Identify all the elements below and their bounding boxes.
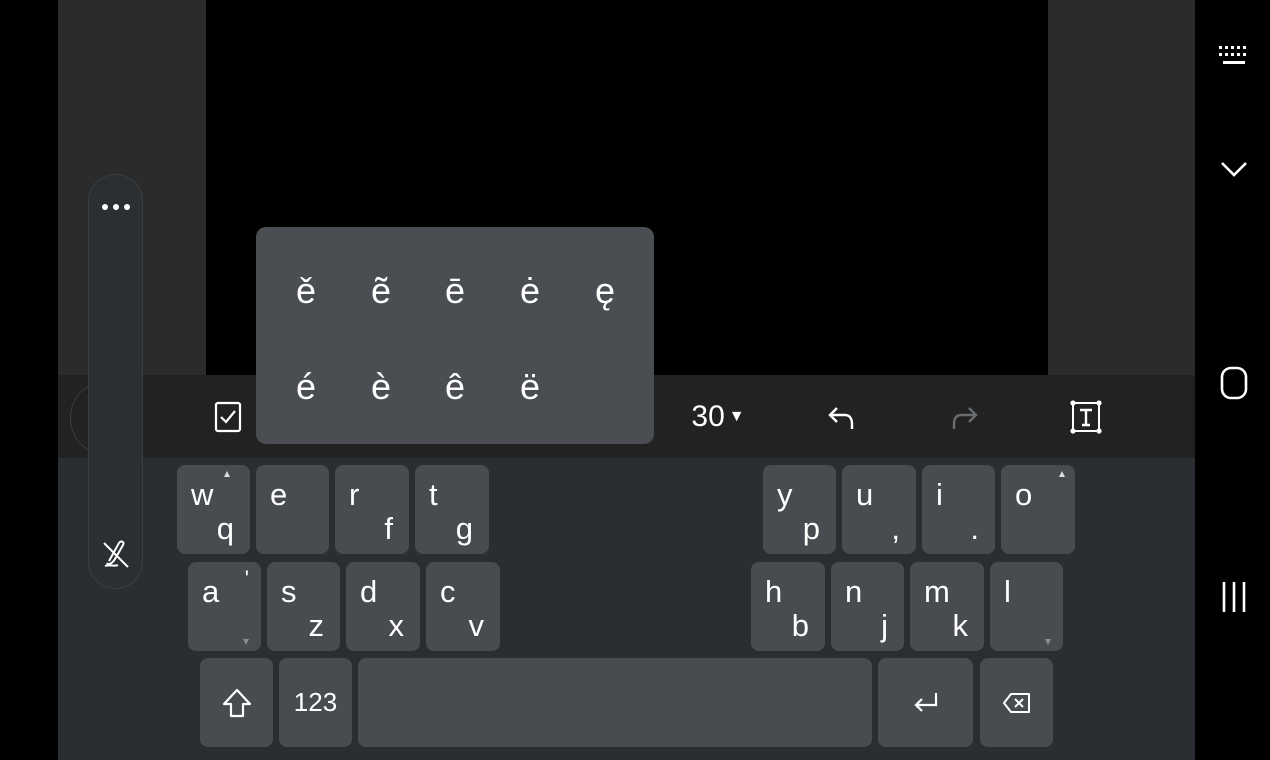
key-l[interactable]: l: [990, 562, 1063, 651]
home-icon: [1220, 366, 1248, 400]
accent-option[interactable]: ê: [435, 369, 475, 405]
key-primary: u: [856, 477, 874, 512]
undo-button[interactable]: [822, 397, 862, 437]
key-h[interactable]: h b: [751, 562, 825, 651]
accent-option[interactable]: ě: [286, 273, 326, 309]
dropdown-arrow-icon: ▼: [728, 408, 745, 425]
key-secondary: j: [881, 608, 888, 643]
key-u[interactable]: u ,: [842, 465, 916, 554]
enter-key[interactable]: [878, 658, 973, 747]
accent-popup: ě ẽ ē ė ę é è ê ë: [256, 227, 654, 444]
numbers-key[interactable]: 123: [279, 658, 352, 747]
key-secondary: g: [455, 511, 473, 546]
key-primary: i: [936, 477, 943, 512]
key-secondary: z: [308, 608, 325, 643]
key-secondary: x: [388, 608, 405, 643]
key-primary: e: [270, 477, 288, 512]
key-c[interactable]: c v: [426, 562, 500, 651]
key-primary: n: [845, 574, 863, 609]
key-primary: c: [440, 574, 456, 609]
key-e[interactable]: e: [256, 465, 329, 554]
key-secondary: p: [802, 511, 820, 546]
key-primary: m: [924, 574, 950, 609]
checkbox-icon: [214, 401, 242, 433]
more-button[interactable]: [98, 191, 134, 223]
key-secondary: ,: [891, 511, 900, 546]
key-primary: s: [281, 574, 297, 609]
more-keys-indicator: [1059, 471, 1065, 477]
draw-off-button[interactable]: [98, 533, 134, 573]
key-m[interactable]: m k: [910, 562, 984, 651]
accent-option[interactable]: ė: [510, 273, 550, 309]
key-secondary: f: [384, 511, 393, 546]
key-primary: l: [1004, 574, 1011, 609]
key-secondary: b: [791, 608, 809, 643]
collapse-icon: [1221, 162, 1247, 177]
undo-icon: [828, 407, 854, 429]
keyboard-toggle-button[interactable]: [1215, 40, 1253, 70]
key-secondary: q: [216, 511, 234, 546]
more-keys-indicator: [224, 471, 230, 477]
redo-icon: [952, 407, 978, 429]
home-button[interactable]: [1215, 362, 1253, 404]
accent-option[interactable]: é: [286, 369, 326, 405]
key-primary: r: [349, 477, 360, 512]
key-t[interactable]: t g: [415, 465, 489, 554]
key-secondary: k: [952, 608, 969, 643]
backspace-key[interactable]: [980, 658, 1053, 747]
key-o[interactable]: o: [1001, 465, 1075, 554]
key-s[interactable]: s z: [267, 562, 340, 651]
enter-icon: [913, 692, 937, 712]
key-primary: y: [777, 477, 793, 512]
key-d[interactable]: d x: [346, 562, 420, 651]
key-primary: h: [765, 574, 783, 609]
recents-icon: [1222, 582, 1246, 612]
font-size-value: 30: [691, 400, 725, 433]
key-primary: a: [202, 574, 220, 609]
shift-key[interactable]: [200, 658, 273, 747]
key-primary: o: [1015, 477, 1033, 512]
keyboard-icon: [1219, 46, 1246, 64]
floating-toolbar: [88, 174, 143, 589]
accent-option[interactable]: ę: [585, 273, 625, 309]
accent-option[interactable]: è: [361, 369, 401, 405]
checkbox-button[interactable]: [208, 397, 248, 437]
more-keys-indicator: [1045, 639, 1051, 645]
hide-keyboard-button[interactable]: [1215, 154, 1253, 184]
key-primary: w: [191, 477, 214, 512]
key-r[interactable]: r f: [335, 465, 409, 554]
shift-icon: [222, 688, 251, 717]
redo-button[interactable]: [944, 397, 984, 437]
system-navigation: [1195, 0, 1270, 760]
backspace-icon: [1002, 692, 1030, 713]
text-box-button[interactable]: [1066, 397, 1106, 437]
recents-button[interactable]: [1215, 576, 1253, 618]
numbers-key-label: 123: [293, 687, 338, 717]
draw-off-icon: [103, 540, 129, 568]
key-primary: d: [360, 574, 378, 609]
accent-option[interactable]: ẽ: [361, 273, 401, 309]
key-a[interactable]: a ': [188, 562, 261, 651]
font-size-dropdown[interactable]: 30 ▼: [688, 395, 748, 439]
key-secondary: .: [970, 511, 979, 546]
key-w[interactable]: w q: [177, 465, 250, 554]
key-secondary: ': [244, 566, 249, 591]
key-y[interactable]: y p: [763, 465, 836, 554]
text-box-icon: [1070, 400, 1102, 434]
key-primary: t: [429, 477, 438, 512]
accent-option[interactable]: ë: [510, 369, 550, 405]
more-keys-indicator: [243, 639, 249, 645]
more-icon: [102, 204, 130, 210]
space-key[interactable]: [358, 658, 872, 747]
key-i[interactable]: i .: [922, 465, 995, 554]
accent-option[interactable]: ē: [435, 273, 475, 309]
key-n[interactable]: n j: [831, 562, 904, 651]
key-secondary: v: [468, 608, 485, 643]
